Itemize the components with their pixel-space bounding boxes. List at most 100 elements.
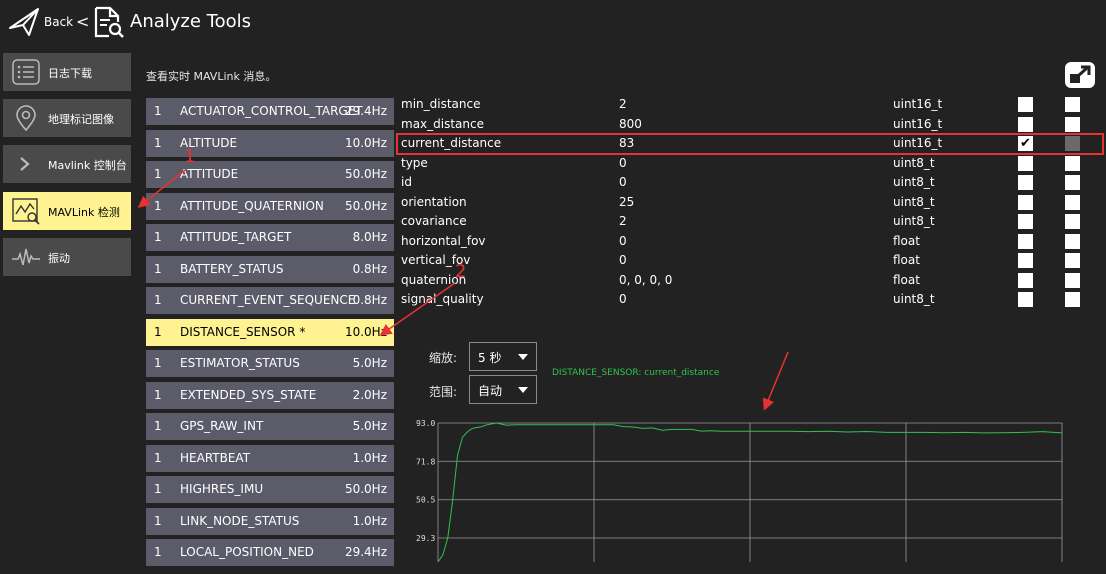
message-rate: 50.0Hz — [344, 167, 387, 181]
nav-mavlink-console[interactable]: Mavlink 控制台 — [3, 145, 131, 183]
popout-window-icon[interactable] — [1064, 61, 1096, 92]
message-row[interactable]: 1 LOCAL_POSITION_NED 29.4Hz — [146, 539, 394, 566]
nav-label: 地理标记图像 — [48, 113, 114, 126]
plot-checkbox-2[interactable] — [1065, 214, 1080, 229]
plot-checkbox-1[interactable] — [1018, 214, 1033, 229]
message-rate: 1.0Hz — [352, 450, 387, 465]
back-chevron[interactable]: < — [76, 12, 89, 31]
plot-checkbox-2[interactable] — [1065, 116, 1080, 132]
message-count: 1 — [154, 419, 162, 433]
field-row: signal_quality 0 uint8_t — [398, 290, 1098, 309]
plot-checkbox-2[interactable] — [1065, 272, 1080, 288]
field-row: covariance 2 uint8_t — [398, 212, 1098, 231]
y-tick-label: 93.0 — [416, 419, 435, 428]
field-name: covariance — [401, 214, 467, 228]
field-type: uint16_t — [893, 97, 943, 111]
message-name: LOCAL_POSITION_NED — [180, 545, 314, 559]
chevron-down-icon — [518, 387, 528, 393]
field-name: min_distance — [401, 97, 481, 111]
message-name: LINK_NODE_STATUS — [180, 513, 300, 528]
y-tick-label: 29.3 — [416, 534, 435, 543]
message-rate: 2.0Hz — [352, 387, 387, 402]
plot-checkbox-1[interactable] — [1018, 292, 1033, 307]
nav-geotag-images[interactable]: 地理标记图像 — [3, 99, 131, 137]
message-rate: 50.0Hz — [344, 482, 387, 496]
message-count: 1 — [154, 230, 162, 244]
plot-checkbox-1[interactable] — [1018, 97, 1033, 112]
message-name: ATTITUDE_QUATERNION — [180, 198, 324, 213]
message-row[interactable]: 1 HIGHRES_IMU 50.0Hz — [146, 476, 394, 503]
nav-log-download[interactable]: 日志下载 — [3, 53, 131, 91]
message-row[interactable]: 1 GPS_RAW_INT 5.0Hz — [146, 413, 394, 440]
message-row[interactable]: 1 ACTUATOR_CONTROL_TARGET 29.4Hz — [146, 98, 394, 125]
field-type: uint16_t — [893, 116, 943, 131]
plot-checkbox-2[interactable] — [1065, 292, 1080, 307]
message-row[interactable]: 1 CURRENT_EVENT_SEQUENCE 0.8Hz — [146, 287, 394, 314]
message-count: 1 — [154, 293, 162, 307]
paper-plane-icon[interactable] — [8, 6, 40, 41]
back-button[interactable]: Back — [44, 15, 73, 29]
plot-checkbox-2[interactable] — [1065, 253, 1080, 268]
plot-checkbox-1[interactable] — [1018, 175, 1033, 190]
plot-checkbox-1[interactable] — [1018, 272, 1033, 288]
message-count: 1 — [154, 545, 162, 559]
field-value: 2 — [619, 97, 627, 111]
plot-checkbox-1[interactable] — [1018, 155, 1033, 171]
plot-checkbox-1[interactable] — [1018, 116, 1033, 132]
field-row: max_distance 800 uint16_t — [398, 115, 1098, 134]
field-type: uint8_t — [893, 194, 935, 209]
nav-mavlink-inspector[interactable]: MAVLink 检测 — [3, 192, 131, 230]
message-name: HEARTBEAT — [180, 450, 251, 465]
plot-checkbox-2[interactable] — [1065, 175, 1080, 190]
message-rate: 0.8Hz — [352, 261, 387, 276]
message-count: 1 — [154, 450, 162, 465]
message-row[interactable]: 1 ATTITUDE_QUATERNION 50.0Hz — [146, 192, 394, 220]
message-count: 1 — [154, 482, 162, 496]
field-row: vertical_fov 0 float — [398, 251, 1098, 270]
field-type: float — [893, 233, 920, 248]
nav-label: 日志下载 — [48, 67, 92, 80]
message-row[interactable]: 1 HEARTBEAT 1.0Hz — [146, 444, 394, 472]
message-row[interactable]: 1 EXTENDED_SYS_STATE 2.0Hz — [146, 381, 394, 409]
scale-value: 5 秒 — [478, 351, 502, 365]
message-name: ATTITUDE_TARGET — [180, 230, 292, 244]
message-row[interactable]: 1 BATTERY_STATUS 0.8Hz — [146, 255, 394, 283]
message-name: GPS_RAW_INT — [180, 419, 264, 433]
field-type: float — [893, 253, 920, 267]
message-name: DISTANCE_SENSOR * — [180, 324, 306, 339]
field-value: 0, 0, 0, 0 — [619, 272, 673, 287]
message-count: 1 — [154, 104, 162, 118]
plot-checkbox-2[interactable] — [1065, 233, 1080, 249]
field-name: horizontal_fov — [401, 233, 486, 248]
y-tick-label: 71.8 — [416, 457, 435, 466]
annotation-number-1: 1 — [184, 146, 196, 167]
plot-checkbox-2[interactable] — [1065, 155, 1080, 171]
scale-select[interactable]: 5 秒 — [469, 342, 537, 371]
message-row[interactable]: 1 DISTANCE_SENSOR * 10.0Hz — [146, 318, 394, 346]
field-row: type 0 uint8_t — [398, 154, 1098, 173]
message-rate: 8.0Hz — [352, 230, 387, 244]
message-row[interactable]: 1 ESTIMATOR_STATUS 5.0Hz — [146, 350, 394, 377]
message-rate: 50.0Hz — [344, 198, 387, 213]
chevron-down-icon — [518, 354, 528, 360]
field-value: 0 — [619, 155, 627, 170]
plot-checkbox-2[interactable] — [1065, 97, 1080, 112]
message-row[interactable]: 1 ATTITUDE_TARGET 8.0Hz — [146, 224, 394, 251]
plot-checkbox-1[interactable] — [1018, 253, 1033, 268]
nav-vibration[interactable]: 振动 — [3, 238, 131, 276]
field-row: min_distance 2 uint16_t — [398, 95, 1098, 114]
message-name: ACTUATOR_CONTROL_TARGET — [180, 104, 363, 118]
message-row[interactable]: 1 LINK_NODE_STATUS 1.0Hz — [146, 507, 394, 535]
field-value: 2 — [619, 214, 627, 228]
plot-checkbox-1[interactable] — [1018, 194, 1033, 210]
range-select[interactable]: 自动 — [469, 375, 537, 404]
plot-checkbox-2[interactable] — [1065, 194, 1080, 210]
plot-checkbox-1[interactable] — [1018, 233, 1033, 249]
field-type: uint8_t — [893, 155, 935, 170]
analyze-document-icon — [92, 6, 124, 41]
message-rate: 1.0Hz — [352, 513, 387, 528]
message-rate: 0.8Hz — [352, 293, 387, 307]
field-value: 0 — [619, 233, 627, 248]
chevron-right-icon — [11, 150, 41, 178]
waveform-icon — [11, 243, 41, 271]
